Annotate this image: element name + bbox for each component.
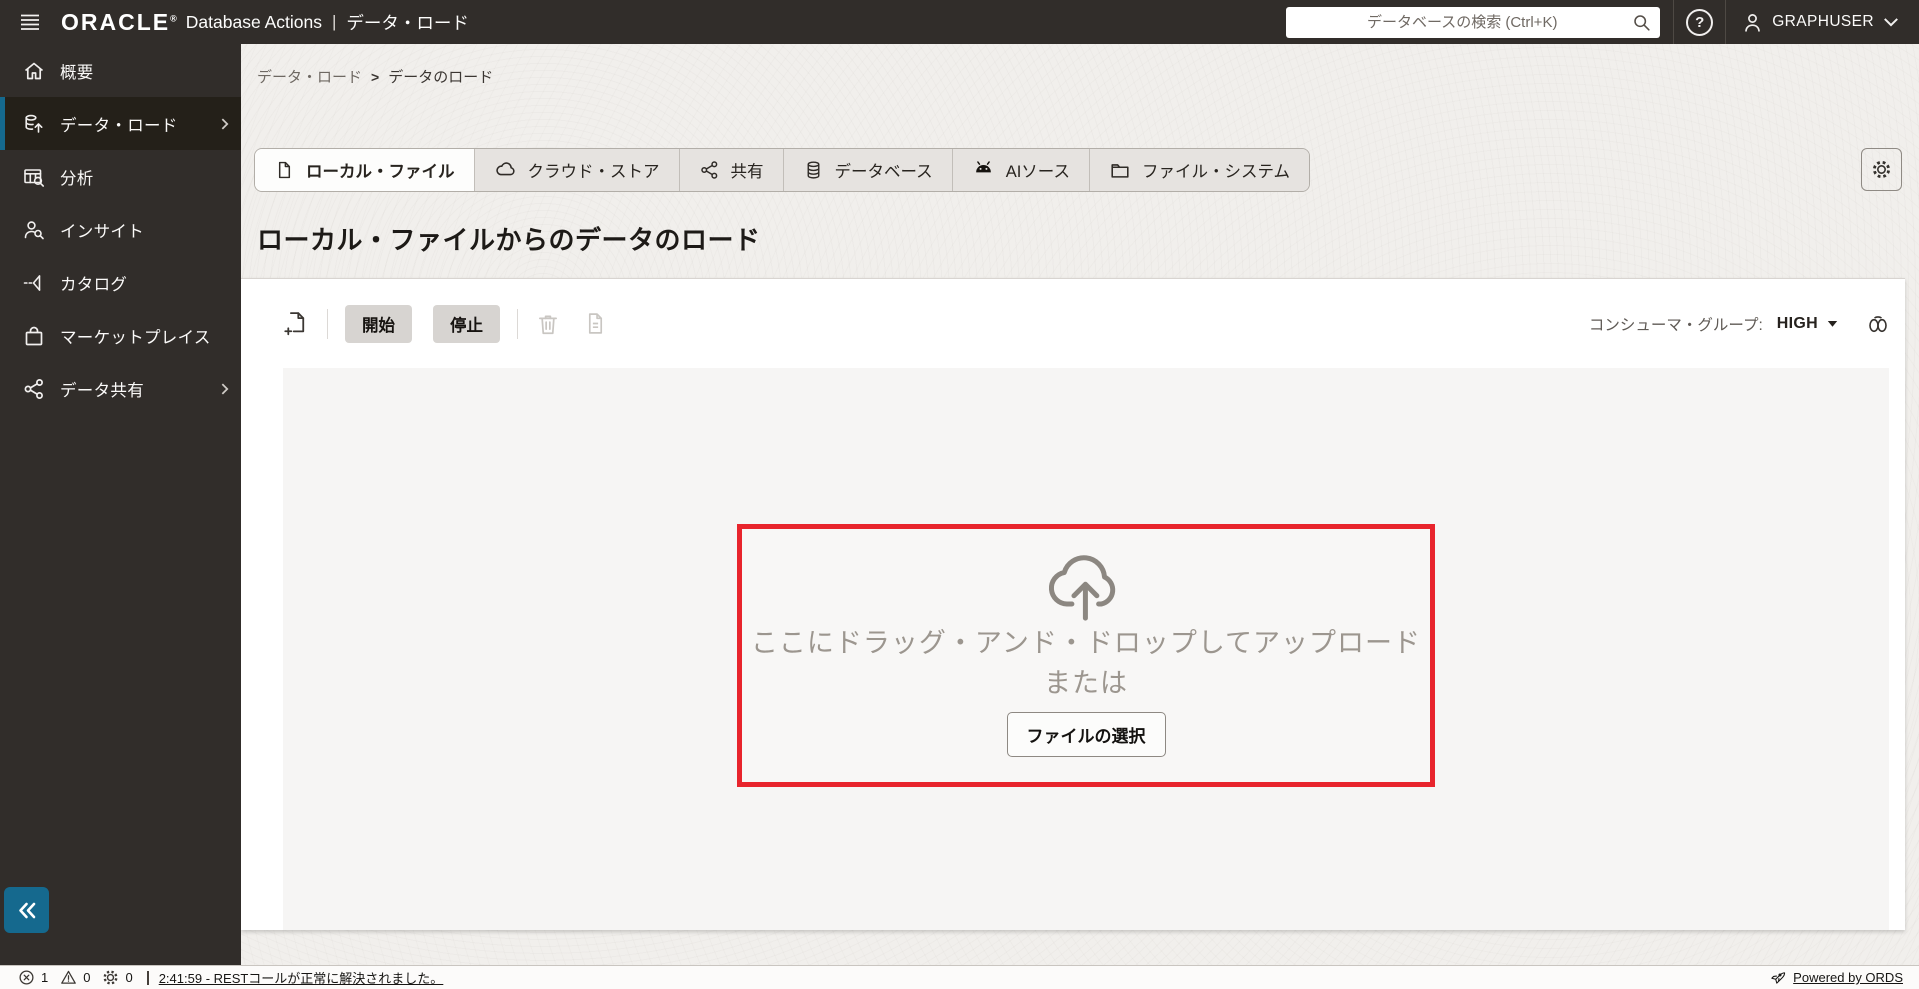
shopping-bag-icon <box>21 324 47 348</box>
tab-share[interactable]: 共有 <box>680 149 784 191</box>
database-upload-icon <box>21 112 47 136</box>
statusbar-divider <box>147 971 149 985</box>
trash-icon <box>535 311 561 337</box>
header-divider <box>1673 0 1674 44</box>
document-icon <box>583 311 608 336</box>
consumer-group-label: コンシューマ・グループ: <box>1589 313 1763 335</box>
file-dropzone[interactable]: ここにドラッグ・アンド・ドロップしてアップロード または ファイルの選択 <box>737 524 1435 787</box>
delete-button[interactable] <box>535 311 561 337</box>
dropzone-instruction: ここにドラッグ・アンド・ドロップしてアップロード <box>751 628 1421 659</box>
consumer-group-value: HIGH <box>1777 315 1818 333</box>
report-button[interactable] <box>583 311 608 336</box>
toolbar-divider <box>327 309 328 339</box>
table-search-icon <box>21 165 47 189</box>
settings-button[interactable] <box>1861 148 1902 191</box>
home-icon <box>21 59 47 83</box>
cloud-upload-icon <box>1039 545 1133 623</box>
process-count[interactable]: 0 <box>102 969 132 986</box>
sidebar-item-catalog[interactable]: カタログ <box>0 256 241 309</box>
warning-triangle-icon <box>60 969 77 986</box>
status-message-link[interactable]: 2:41:59 - RESTコールが正常に解決されました。 <box>159 968 444 987</box>
database-search <box>1286 7 1660 38</box>
person-icon <box>1742 12 1763 33</box>
chevron-right-icon <box>221 382 229 396</box>
collapse-double-chevron-icon <box>16 901 38 920</box>
gear-icon <box>102 969 119 986</box>
sidebar-item-data-sharing[interactable]: データ共有 <box>0 362 241 415</box>
ai-robot-icon <box>972 159 995 181</box>
source-tabs: ローカル・ファイル クラウド・ストア 共有 <box>254 148 1310 192</box>
share-nodes-icon <box>21 377 47 401</box>
main-content: データ・ロード > データのロード ローカル・ファイル クラウド・ストア <box>241 44 1919 965</box>
start-button[interactable]: 開始 <box>345 305 412 343</box>
share-nodes-icon <box>699 159 720 181</box>
folder-icon <box>1109 159 1131 181</box>
sidebar-nav: 概要 データ・ロード 分析 <box>0 44 241 965</box>
breadcrumb-data-load[interactable]: データ・ロード <box>257 66 362 87</box>
toolbar-divider <box>517 309 518 339</box>
file-icon <box>274 159 295 181</box>
tab-ai-source[interactable]: AIソース <box>953 149 1090 191</box>
circle-x-icon <box>18 969 35 986</box>
preview-button[interactable] <box>1865 312 1891 336</box>
sidebar-item-data-load[interactable]: データ・ロード <box>0 97 241 150</box>
help-icon[interactable]: ? <box>1686 9 1713 36</box>
person-search-icon <box>21 218 47 242</box>
rocket-icon <box>1769 969 1786 986</box>
catalog-arrow-icon <box>21 271 47 295</box>
breadcrumb: データ・ロード > データのロード <box>257 66 493 87</box>
consumer-group-select[interactable]: HIGH <box>1777 315 1838 333</box>
sidebar-collapse-button[interactable] <box>4 887 49 933</box>
caret-down-icon <box>1827 320 1838 328</box>
tab-local-file[interactable]: ローカル・ファイル <box>255 149 475 191</box>
tab-cloud-store[interactable]: クラウド・ストア <box>475 149 680 191</box>
database-icon <box>803 159 824 181</box>
chevron-right-icon <box>221 117 229 131</box>
add-file-button[interactable] <box>283 310 310 337</box>
gear-icon <box>1871 159 1892 180</box>
sidebar-item-overview[interactable]: 概要 <box>0 44 241 97</box>
sidebar-item-analysis[interactable]: 分析 <box>0 150 241 203</box>
powered-by-ords-link[interactable]: Powered by ORDS <box>1769 969 1903 986</box>
dropzone-or-text: または <box>1044 668 1128 699</box>
search-icon[interactable] <box>1632 13 1651 32</box>
upload-panel: ここにドラッグ・アンド・ドロップしてアップロード または ファイルの選択 <box>283 368 1889 930</box>
toolbar: 開始 停止 コンシューマ・グループ: <box>241 279 1905 368</box>
tab-database[interactable]: データベース <box>784 149 953 191</box>
breadcrumb-current: データのロード <box>388 66 493 87</box>
user-name: GRAPHUSER <box>1772 13 1874 31</box>
error-count[interactable]: 1 <box>18 969 48 986</box>
sidebar-item-insights[interactable]: インサイト <box>0 203 241 256</box>
page-context-title: データ・ロード <box>346 10 469 35</box>
title-separator: | <box>332 12 336 32</box>
tab-file-system[interactable]: ファイル・システム <box>1090 149 1309 191</box>
hamburger-menu-icon[interactable] <box>13 5 47 39</box>
cloud-icon <box>494 159 517 181</box>
oracle-logo: ORACLE® <box>61 9 177 36</box>
page-title: ローカル・ファイルからのデータのロード <box>257 220 761 257</box>
sidebar-item-marketplace[interactable]: マーケットプレイス <box>0 309 241 362</box>
header-divider <box>1725 0 1726 44</box>
data-load-card: 開始 停止 コンシューマ・グループ: <box>241 278 1905 930</box>
app-header: ORACLE® Database Actions | データ・ロード ? GRA… <box>0 0 1919 44</box>
select-file-button[interactable]: ファイルの選択 <box>1007 712 1166 757</box>
user-menu[interactable]: GRAPHUSER <box>1742 12 1899 33</box>
database-search-input[interactable] <box>1286 7 1660 38</box>
breadcrumb-separator: > <box>371 69 379 85</box>
app-title: Database Actions <box>186 12 322 33</box>
warning-count[interactable]: 0 <box>60 969 90 986</box>
status-bar: 1 0 0 2:41:59 - RESTコールが正常に解決されました。 Powe… <box>0 965 1919 989</box>
chevron-down-icon <box>1883 17 1899 27</box>
file-plus-icon <box>283 310 310 337</box>
binoculars-icon <box>1865 312 1891 336</box>
stop-button[interactable]: 停止 <box>433 305 500 343</box>
